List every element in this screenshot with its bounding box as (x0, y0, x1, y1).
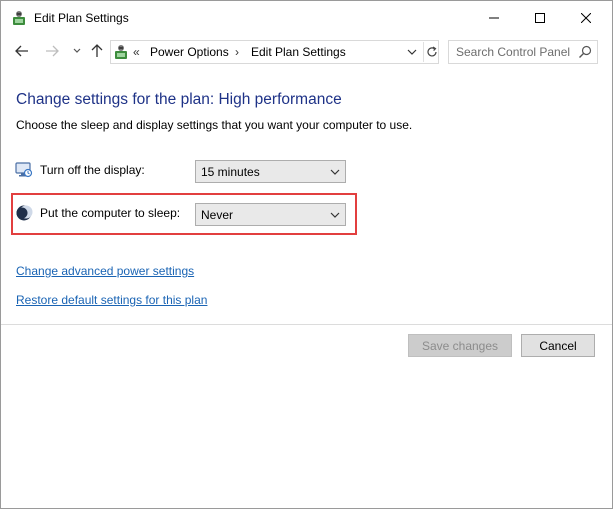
chevron-down-icon (73, 48, 81, 53)
arrow-up-icon (91, 44, 103, 57)
recent-locations-button[interactable] (67, 40, 87, 62)
footer-divider (1, 324, 612, 325)
close-button[interactable] (563, 1, 609, 35)
search-icon[interactable] (577, 44, 593, 60)
display-icon (15, 161, 33, 179)
chevron-down-icon (330, 169, 340, 175)
page-description: Choose the sleep and display settings th… (16, 118, 413, 132)
page-title: Change settings for the plan: High perfo… (16, 91, 342, 108)
up-button[interactable] (87, 40, 107, 62)
back-button[interactable] (12, 40, 32, 62)
arrow-right-icon (46, 45, 59, 57)
sleep-moon-icon (15, 204, 33, 222)
search-box[interactable] (448, 40, 598, 64)
arrow-left-icon (15, 45, 28, 57)
title-bar: Edit Plan Settings (1, 1, 612, 35)
display-setting-label: Turn off the display: (40, 163, 145, 177)
power-options-app-icon (11, 10, 27, 26)
search-input[interactable] (449, 41, 575, 63)
sleep-timeout-select[interactable]: Never (195, 203, 346, 226)
refresh-button[interactable] (423, 42, 439, 62)
address-history-dropdown[interactable] (403, 43, 421, 61)
display-timeout-value: 15 minutes (201, 165, 260, 179)
chevron-down-icon (407, 49, 417, 55)
breadcrumb-overflow[interactable]: « (133, 45, 140, 59)
edit-plan-settings-window: Edit Plan Settings « Power Options › Edi… (0, 0, 613, 509)
sleep-timeout-value: Never (201, 208, 234, 222)
address-bar[interactable]: « Power Options › Edit Plan Settings (110, 40, 439, 64)
minimize-icon (489, 17, 499, 19)
breadcrumb-separator[interactable]: › (235, 45, 239, 59)
minimize-button[interactable] (471, 1, 517, 35)
window-title: Edit Plan Settings (34, 11, 129, 25)
refresh-icon (426, 46, 437, 57)
power-options-icon (113, 44, 129, 60)
breadcrumb-edit-plan-settings[interactable]: Edit Plan Settings (251, 45, 346, 59)
maximize-button[interactable] (517, 1, 563, 35)
restore-defaults-link[interactable]: Restore default settings for this plan (16, 293, 207, 307)
save-changes-button[interactable]: Save changes (408, 334, 512, 357)
display-timeout-select[interactable]: 15 minutes (195, 160, 346, 183)
advanced-power-settings-link[interactable]: Change advanced power settings (16, 264, 194, 278)
breadcrumb-power-options[interactable]: Power Options (150, 45, 229, 59)
sleep-setting-label: Put the computer to sleep: (40, 206, 181, 220)
close-icon (581, 13, 591, 23)
navigation-bar: « Power Options › Edit Plan Settings (1, 37, 612, 65)
forward-button[interactable] (42, 40, 62, 62)
cancel-button[interactable]: Cancel (521, 334, 595, 357)
maximize-icon (535, 13, 545, 23)
chevron-down-icon (330, 212, 340, 218)
